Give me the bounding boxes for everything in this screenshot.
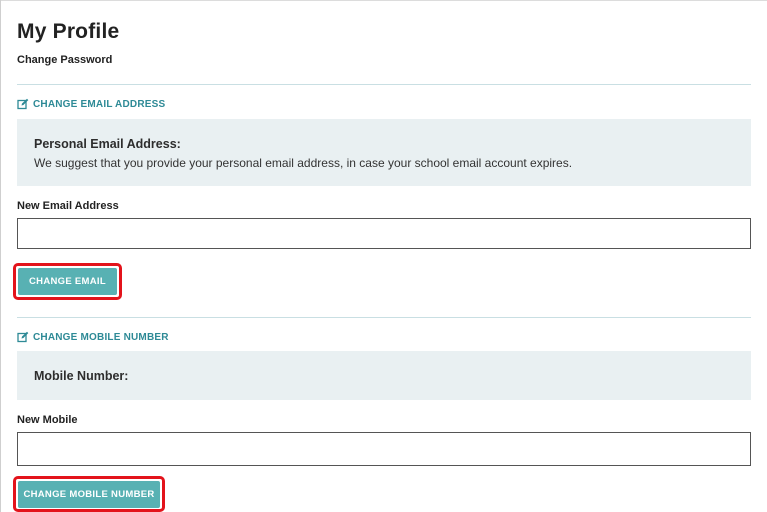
edit-icon (17, 331, 29, 343)
change-password-link[interactable]: Change Password (17, 54, 112, 66)
section-heading-mobile-label: CHANGE MOBILE NUMBER (33, 331, 169, 343)
new-email-input[interactable] (17, 218, 751, 249)
frame-top-border (0, 0, 767, 1)
email-info-text: We suggest that you provide your persona… (34, 156, 573, 170)
section-heading-email: CHANGE EMAIL ADDRESS (17, 98, 165, 110)
email-info-box (17, 119, 751, 186)
section-heading-mobile: CHANGE MOBILE NUMBER (17, 331, 169, 343)
new-mobile-input[interactable] (17, 432, 751, 466)
email-info-title: Personal Email Address: (34, 137, 181, 151)
section-heading-email-label: CHANGE EMAIL ADDRESS (33, 98, 166, 110)
change-mobile-button[interactable]: CHANGE MOBILE NUMBER (18, 481, 160, 508)
new-mobile-label: New Mobile (17, 414, 78, 426)
edit-icon (17, 98, 29, 110)
page-title: My Profile (17, 20, 120, 43)
change-email-button[interactable]: CHANGE EMAIL (18, 268, 117, 295)
mobile-info-title: Mobile Number: (34, 369, 129, 383)
divider (17, 84, 751, 85)
new-email-label: New Email Address (17, 200, 119, 212)
divider (17, 317, 751, 318)
frame-left-border (0, 0, 1, 512)
